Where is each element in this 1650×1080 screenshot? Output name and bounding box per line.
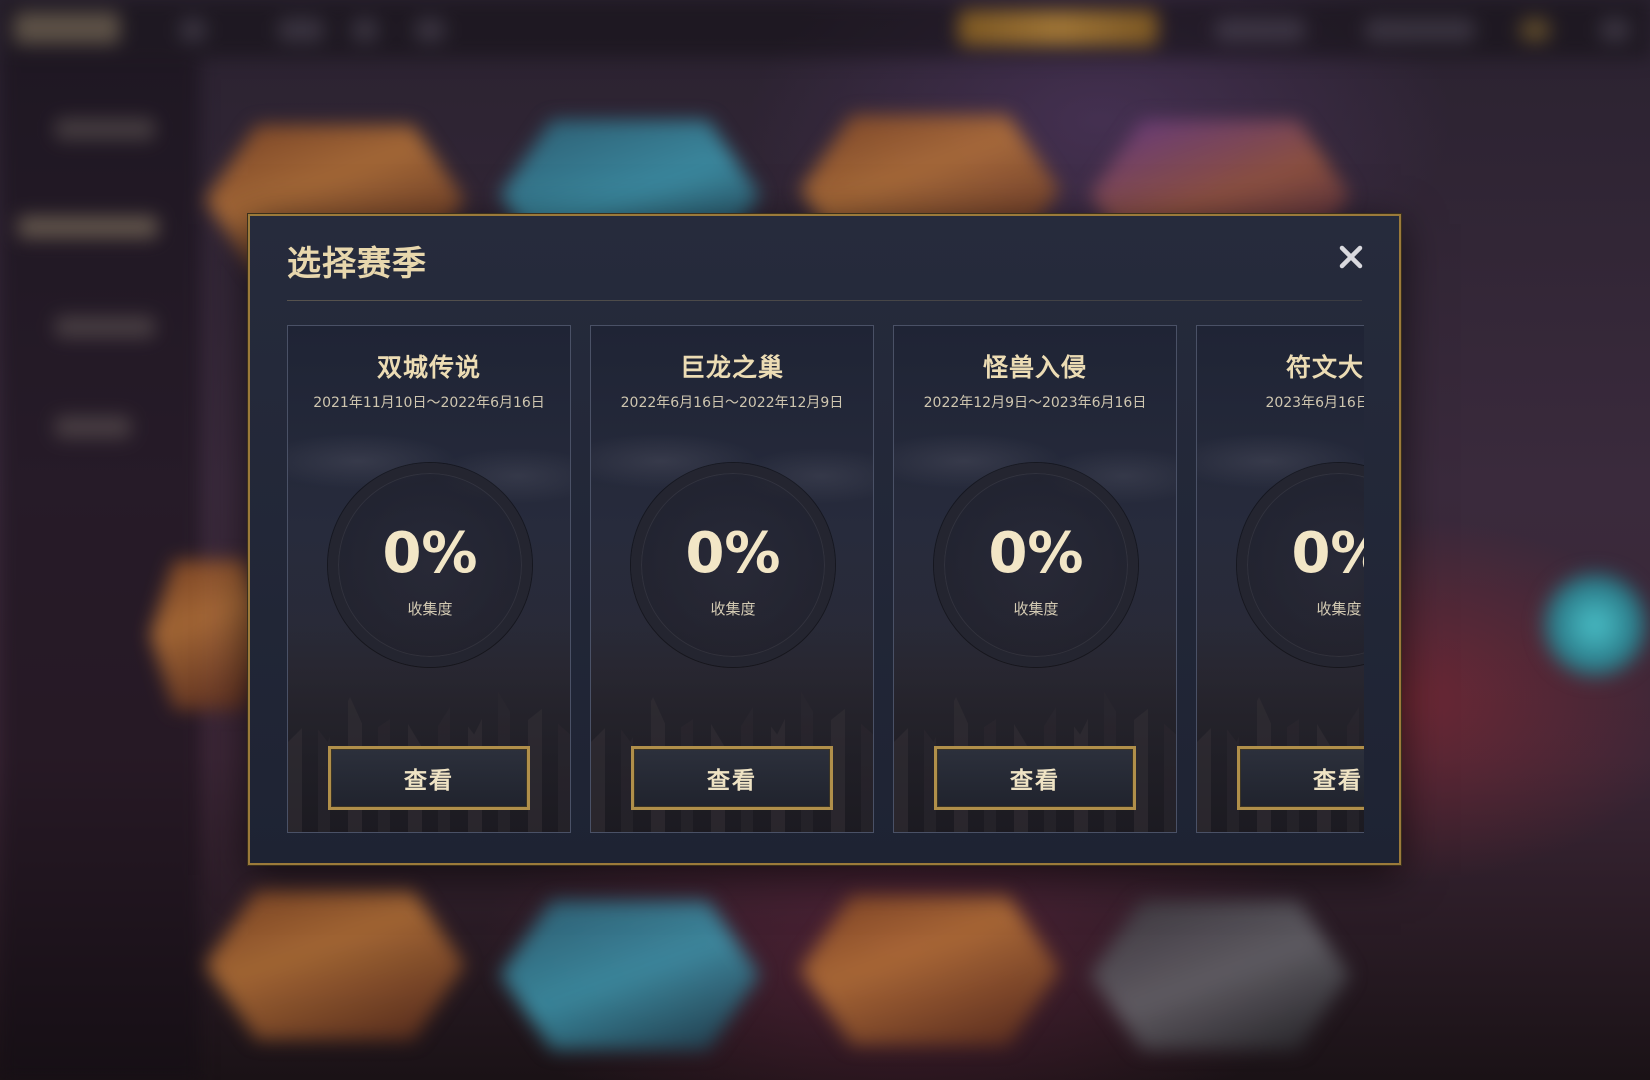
season-dates: 2021年11月10日～2022年6月16日 <box>313 395 545 411</box>
background-topbar-item <box>1365 18 1475 42</box>
background-sidebar-item <box>55 416 131 438</box>
view-button[interactable]: 查看 <box>934 746 1136 810</box>
background-sidebar-item <box>55 118 155 140</box>
season-name: 双城传说 <box>376 353 481 382</box>
background-hex-tile <box>800 895 1060 1045</box>
season-card[interactable]: 符文大陆 2023年6月16日～202 0% 收集度 查看 <box>1196 325 1364 833</box>
background-topbar <box>0 0 1650 58</box>
season-card[interactable]: 双城传说 2021年11月10日～2022年6月16日 0% 收集度 查看 <box>287 325 571 833</box>
close-button[interactable] <box>1333 239 1369 275</box>
season-dates: 2023年6月16日～202 <box>1265 395 1364 411</box>
season-dates: 2022年6月16日～2022年12月9日 <box>620 395 844 411</box>
season-dates: 2022年12月9日～2023年6月16日 <box>923 395 1147 411</box>
background-hex-tile <box>205 890 465 1040</box>
collection-percentage: 0% <box>685 521 781 586</box>
collection-progress-ring: 0% 收集度 <box>631 463 835 667</box>
collection-label: 收集度 <box>1013 600 1059 618</box>
close-icon <box>1339 245 1363 269</box>
background-hex-tile <box>1090 900 1350 1050</box>
season-card-list[interactable]: 双城传说 2021年11月10日～2022年6月16日 0% 收集度 查看 巨龙… <box>287 325 1364 833</box>
collection-label: 收集度 <box>407 600 453 618</box>
view-button[interactable]: 查看 <box>1237 746 1364 810</box>
season-card[interactable]: 怪兽入侵 2022年12月9日～2023年6月16日 0% 收集度 查看 <box>893 325 1177 833</box>
dialog-divider <box>287 300 1362 301</box>
background-sidebar-item <box>55 316 155 338</box>
season-name: 巨龙之巢 <box>679 353 784 382</box>
background-sidebar <box>0 58 200 1080</box>
background-topbar-icon <box>278 18 324 42</box>
background-topbar-highlight <box>958 10 1158 46</box>
background-topbar-item <box>1215 18 1305 42</box>
view-button[interactable]: 查看 <box>328 746 530 810</box>
background-topbar-icon <box>1600 18 1630 42</box>
background-hex-tile <box>500 900 760 1050</box>
view-button[interactable]: 查看 <box>631 746 833 810</box>
season-select-dialog: 选择赛季 双城传说 2021年11月10日～2022年6月16日 0% 收集度 … <box>248 214 1401 865</box>
season-card-track: 双城传说 2021年11月10日～2022年6月16日 0% 收集度 查看 巨龙… <box>287 325 1364 833</box>
season-name: 怪兽入侵 <box>982 353 1087 382</box>
collection-percentage: 0% <box>1291 521 1364 586</box>
background-logo <box>14 12 120 44</box>
season-name: 符文大陆 <box>1285 353 1364 382</box>
background-topbar-icon <box>352 18 378 42</box>
dialog-header: 选择赛季 <box>250 216 1399 301</box>
background-topbar-icon <box>415 18 445 42</box>
dialog-title: 选择赛季 <box>287 244 427 284</box>
background-orb <box>1540 570 1650 680</box>
background-topbar-icon <box>1520 18 1550 42</box>
background-sidebar-item <box>18 216 158 238</box>
background-topbar-icon <box>180 18 206 42</box>
collection-label: 收集度 <box>710 600 756 618</box>
collection-percentage: 0% <box>988 521 1084 586</box>
collection-label: 收集度 <box>1316 600 1362 618</box>
collection-progress-ring: 0% 收集度 <box>934 463 1138 667</box>
season-card[interactable]: 巨龙之巢 2022年6月16日～2022年12月9日 0% 收集度 查看 <box>590 325 874 833</box>
collection-percentage: 0% <box>382 521 478 586</box>
collection-progress-ring: 0% 收集度 <box>328 463 532 667</box>
